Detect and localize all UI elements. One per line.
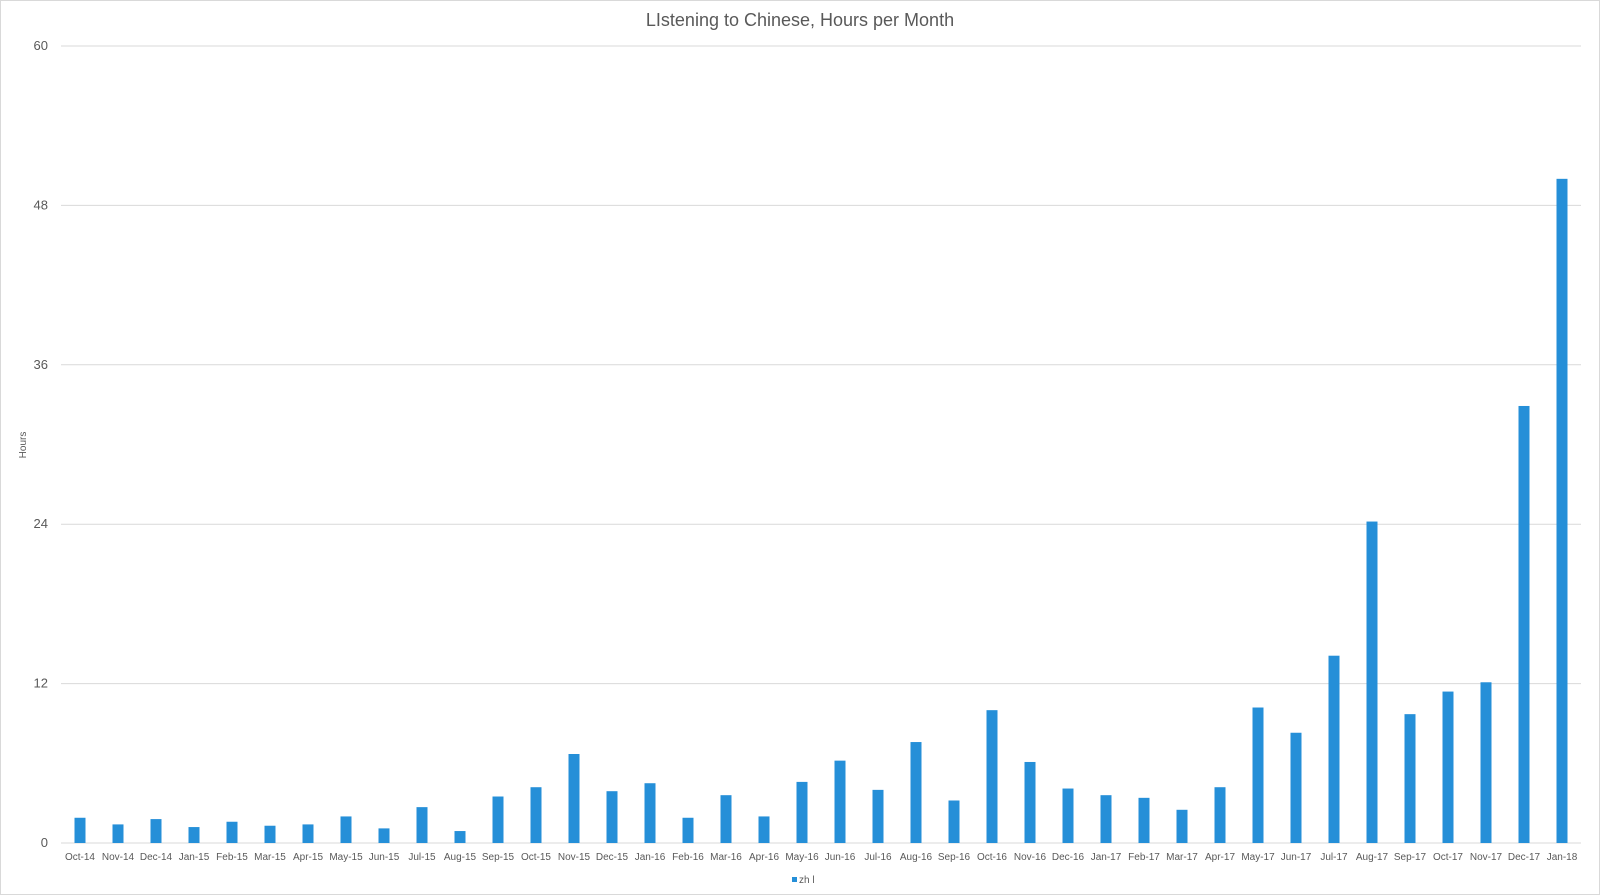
bar [682,817,694,843]
y-tick-label: 36 [34,357,48,372]
x-tick-label: Jun-15 [369,852,400,863]
legend: zh l [792,875,815,886]
bar [834,760,846,843]
x-tick-label: Dec-17 [1508,852,1541,863]
x-tick-label: Dec-14 [140,852,173,863]
bar [1328,655,1340,843]
bar [1366,521,1378,843]
x-tick-label: Feb-15 [216,852,248,863]
bar [796,781,808,843]
x-tick-label: Feb-17 [1128,852,1160,863]
bar [1442,691,1454,843]
x-tick-label: Jan-17 [1091,852,1122,863]
x-tick-label: Apr-17 [1205,852,1235,863]
bar [986,710,998,843]
y-axis-ticks: 0 12 24 36 48 60 [34,38,48,850]
bars [74,178,1568,844]
x-tick-label: Aug-15 [444,852,477,863]
chart-container: LIstening to Chinese, Hours per Month Ho… [0,0,1600,895]
x-tick-label: Jan-15 [179,852,210,863]
bar [264,825,276,843]
x-tick-label: Nov-17 [1470,852,1503,863]
x-tick-label: Sep-17 [1394,852,1427,863]
bar [340,816,352,843]
y-tick-label: 48 [34,197,48,212]
bar [872,789,884,843]
bar [1556,178,1568,844]
bar [1100,795,1112,843]
x-tick-label: Nov-14 [102,852,135,863]
x-tick-label: Jun-17 [1281,852,1312,863]
y-axis-label: Hours [18,432,29,459]
bar [948,800,960,843]
bar [112,824,124,843]
bar [530,787,542,843]
x-tick-label: Jul-16 [864,852,892,863]
bar [720,795,732,843]
legend-swatch [792,877,797,882]
x-tick-label: May-16 [785,852,819,863]
bar [1062,788,1074,843]
bar [416,807,428,843]
x-tick-label: Nov-15 [558,852,591,863]
bar [1024,761,1036,843]
x-tick-label: Apr-16 [749,852,779,863]
bar [1404,714,1416,843]
x-tick-label: May-17 [1241,852,1275,863]
x-tick-label: Dec-15 [596,852,629,863]
bar [910,742,922,843]
bar [150,819,162,843]
x-tick-label: Dec-16 [1052,852,1085,863]
bar [74,817,86,843]
x-tick-label: Oct-15 [521,852,551,863]
x-tick-label: Mar-15 [254,852,286,863]
y-tick-label: 24 [34,516,48,531]
bar [1480,682,1492,843]
bar [1518,405,1530,843]
bar [226,821,238,843]
x-tick-label: Aug-16 [900,852,933,863]
x-tick-label: Aug-17 [1356,852,1389,863]
x-tick-label: Oct-17 [1433,852,1463,863]
x-tick-label: Sep-15 [482,852,515,863]
gridlines [61,45,1581,844]
x-tick-label: Mar-16 [710,852,742,863]
bar [454,831,466,843]
bar [1214,787,1226,843]
y-tick-label: 12 [34,676,48,691]
bar [188,827,200,843]
bar [568,754,580,843]
bar [1252,707,1264,843]
x-tick-label: Oct-16 [977,852,1007,863]
x-tick-label: Jan-16 [635,852,666,863]
y-tick-label: 60 [34,38,48,53]
x-tick-label: May-15 [329,852,363,863]
x-tick-label: Jul-15 [408,852,436,863]
bar [644,783,656,843]
x-tick-label: Sep-16 [938,852,971,863]
bar [378,828,390,843]
bar-chart: LIstening to Chinese, Hours per Month Ho… [18,10,1581,886]
bar [758,816,770,843]
y-tick-label: 0 [41,835,48,850]
x-tick-label: Jul-17 [1320,852,1348,863]
bar [1176,809,1188,843]
chart-title: LIstening to Chinese, Hours per Month [646,10,954,30]
x-tick-label: Jan-18 [1547,852,1578,863]
x-tick-label: Mar-17 [1166,852,1198,863]
x-tick-label: Nov-16 [1014,852,1047,863]
x-tick-label: Apr-15 [293,852,323,863]
bar [606,791,618,843]
legend-label: zh l [799,875,815,886]
x-axis-ticks: Oct-14 Nov-14 Dec-14 Jan-15 Feb-15 Mar-15 Apr-… [65,852,1578,863]
bar [1138,797,1150,843]
x-tick-label: Feb-16 [672,852,704,863]
bar [302,824,314,843]
bar [1290,732,1302,843]
x-tick-label: Oct-14 [65,852,95,863]
x-tick-label: Jun-16 [825,852,856,863]
bar [492,796,504,843]
